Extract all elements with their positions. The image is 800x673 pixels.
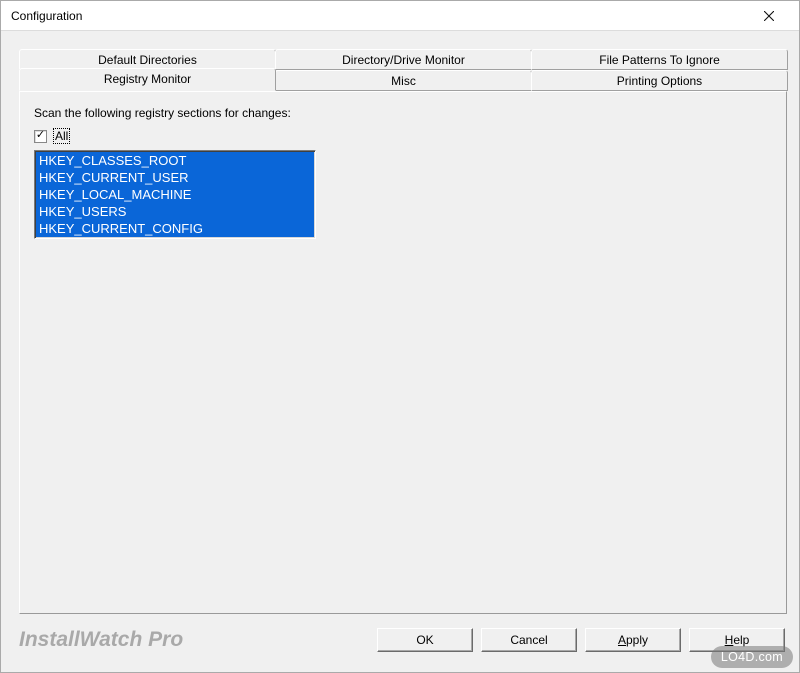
tab-directory-drive-monitor[interactable]: Directory/Drive Monitor <box>275 49 532 70</box>
tab-misc[interactable]: Misc <box>275 70 532 91</box>
tab-default-directories[interactable]: Default Directories <box>19 49 276 70</box>
client-area: Default Directories Directory/Drive Moni… <box>1 31 799 672</box>
tab-row-front: Registry Monitor Misc Printing Options <box>19 70 787 91</box>
tab-label: Default Directories <box>98 53 197 67</box>
brand-label: InstallWatch Pro <box>19 628 377 652</box>
tab-label: Misc <box>391 74 416 88</box>
tab-label: Printing Options <box>617 74 702 88</box>
titlebar: Configuration <box>1 1 799 31</box>
button-label: Apply <box>618 633 648 647</box>
cancel-button[interactable]: Cancel <box>481 628 577 652</box>
list-item[interactable]: HKEY_CLASSES_ROOT <box>36 152 314 169</box>
tab-file-patterns-to-ignore[interactable]: File Patterns To Ignore <box>531 49 788 70</box>
ok-button[interactable]: OK <box>377 628 473 652</box>
dialog-footer: InstallWatch Pro OK Cancel Apply Help <box>19 618 787 662</box>
all-check-row: All <box>34 128 772 144</box>
all-checkbox[interactable] <box>34 130 47 143</box>
tab-label: Directory/Drive Monitor <box>342 53 465 67</box>
tab-label: File Patterns To Ignore <box>599 53 720 67</box>
configuration-window: Configuration Default Directories Direct… <box>0 0 800 673</box>
window-title: Configuration <box>11 9 747 23</box>
tab-registry-monitor[interactable]: Registry Monitor <box>19 68 276 91</box>
close-icon <box>764 11 774 21</box>
tab-panel-registry-monitor: Scan the following registry sections for… <box>19 91 787 614</box>
button-label: Help <box>725 633 750 647</box>
apply-button[interactable]: Apply <box>585 628 681 652</box>
watermark: LO4D.com <box>711 646 793 668</box>
list-item[interactable]: HKEY_LOCAL_MACHINE <box>36 186 314 203</box>
tab-strip: Default Directories Directory/Drive Moni… <box>19 49 787 91</box>
list-item[interactable]: HKEY_CURRENT_CONFIG <box>36 220 314 237</box>
tab-row-back: Default Directories Directory/Drive Moni… <box>19 49 787 70</box>
tab-printing-options[interactable]: Printing Options <box>531 70 788 91</box>
tab-label: Registry Monitor <box>104 72 191 86</box>
scan-instruction-label: Scan the following registry sections for… <box>34 106 772 120</box>
all-label: All <box>53 128 70 144</box>
list-item[interactable]: HKEY_CURRENT_USER <box>36 169 314 186</box>
close-button[interactable] <box>747 2 791 30</box>
registry-sections-listbox[interactable]: HKEY_CLASSES_ROOT HKEY_CURRENT_USER HKEY… <box>34 150 316 239</box>
button-label: Cancel <box>510 633 547 647</box>
button-label: OK <box>416 633 433 647</box>
list-item[interactable]: HKEY_USERS <box>36 203 314 220</box>
